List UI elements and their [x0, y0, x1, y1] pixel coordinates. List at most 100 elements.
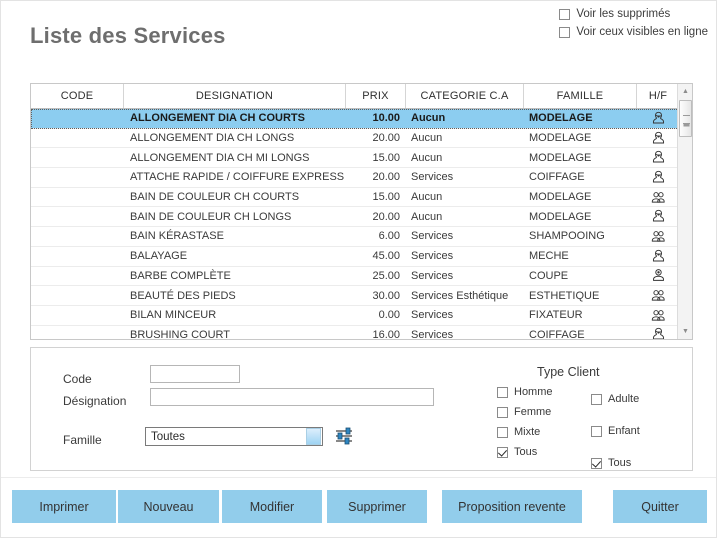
column-header-prix[interactable]: PRIX [346, 84, 406, 108]
table-row[interactable]: ALLONGEMENT DIA CH COURTS10.00AucunMODEL… [31, 109, 679, 129]
person-mixte-icon [637, 227, 679, 246]
cell-designation: BARBE COMPLÈTE [124, 267, 346, 286]
cell-designation: BAIN DE COULEUR CH LONGS [124, 207, 346, 226]
checkbox-tous-age[interactable]: Tous [591, 457, 640, 469]
checkbox-box[interactable] [591, 458, 602, 469]
cell-designation: BALAYAGE [124, 247, 346, 266]
cell-categorie: Aucun [406, 148, 524, 167]
column-header-hf[interactable]: H/F [637, 84, 679, 108]
checkbox-box[interactable] [497, 427, 508, 438]
checkbox-box[interactable] [559, 9, 570, 20]
cell-famille: COIFFAGE [524, 168, 637, 187]
cell-prix: 15.00 [346, 148, 406, 167]
cell-famille: MODELAGE [524, 129, 637, 148]
checkbox-enfant[interactable]: Enfant [591, 425, 640, 437]
label-famille: Famille [63, 433, 102, 447]
checkbox-label: Enfant [608, 425, 640, 437]
cell-code [31, 168, 124, 187]
sliders-icon[interactable] [332, 425, 356, 447]
cell-prix: 30.00 [346, 286, 406, 305]
table-row[interactable]: ALLONGEMENT DIA CH LONGS20.00AucunMODELA… [31, 129, 679, 149]
cell-famille: MODELAGE [524, 188, 637, 207]
cell-code [31, 306, 124, 325]
famille-selected-value: Toutes [146, 431, 306, 443]
imprimer-button[interactable]: Imprimer [12, 490, 116, 523]
cell-prix: 20.00 [346, 168, 406, 187]
person-femme-icon [637, 247, 679, 266]
table-row[interactable]: BALAYAGE45.00ServicesMECHE [31, 247, 679, 267]
person-femme-icon [637, 207, 679, 226]
cell-categorie: Services [406, 306, 524, 325]
checkbox-voir-les-supprimes[interactable]: Voir les supprimés [559, 8, 708, 20]
proposition-revente-button[interactable]: Proposition revente [442, 490, 582, 523]
cell-designation: BAIN KÉRASTASE [124, 227, 346, 246]
quitter-button[interactable]: Quitter [613, 490, 707, 523]
cell-code [31, 326, 124, 340]
checkbox-box[interactable] [591, 426, 602, 437]
checkbox-box[interactable] [497, 447, 508, 458]
column-header-designation[interactable]: DESIGNATION [124, 84, 346, 108]
designation-input[interactable] [150, 388, 434, 406]
table-row[interactable]: BAIN DE COULEUR CH COURTS15.00AucunMODEL… [31, 188, 679, 208]
cell-famille: COIFFAGE [524, 326, 637, 340]
modifier-button[interactable]: Modifier [222, 490, 322, 523]
person-femme-icon [637, 326, 679, 340]
checkbox-label: Mixte [514, 426, 540, 438]
cell-code [31, 286, 124, 305]
type-client-column-2: Adulte Enfant Tous [591, 393, 640, 469]
chevron-down-icon[interactable] [306, 428, 321, 445]
checkbox-box[interactable] [497, 387, 508, 398]
famille-dropdown[interactable]: Toutes [145, 427, 323, 446]
checkbox-box[interactable] [591, 394, 602, 405]
checkbox-box[interactable] [497, 407, 508, 418]
cell-prix: 0.00 [346, 306, 406, 325]
cell-categorie: Services [406, 247, 524, 266]
cell-code [31, 207, 124, 226]
checkbox-voir-ceux-visibles-en-ligne[interactable]: Voir ceux visibles en ligne [559, 26, 708, 38]
nouveau-button[interactable]: Nouveau [118, 490, 219, 523]
cell-prix: 25.00 [346, 267, 406, 286]
checkbox-mixte[interactable]: Mixte [497, 426, 553, 438]
checkbox-box[interactable] [559, 27, 570, 38]
cell-code [31, 148, 124, 167]
scrollbar-thumb[interactable] [679, 100, 692, 137]
scroll-down-arrow-icon[interactable]: ▼ [678, 324, 693, 339]
cell-famille: ESTHETIQUE [524, 286, 637, 305]
cell-categorie: Aucun [406, 188, 524, 207]
checkbox-label: Adulte [608, 393, 639, 405]
cell-famille: SHAMPOOING [524, 227, 637, 246]
checkbox-label: Tous [514, 446, 537, 458]
person-femme-icon [637, 129, 679, 148]
checkbox-tous-genre[interactable]: Tous [497, 446, 553, 458]
table-row[interactable]: ALLONGEMENT DIA CH MI LONGS15.00AucunMOD… [31, 148, 679, 168]
table-row[interactable]: BRUSHING COURT16.00ServicesCOIFFAGE [31, 326, 679, 340]
cell-code [31, 109, 124, 128]
column-header-categorie[interactable]: CATEGORIE C.A [406, 84, 524, 108]
cell-famille: MODELAGE [524, 207, 637, 226]
column-header-famille[interactable]: FAMILLE [524, 84, 637, 108]
column-header-code[interactable]: CODE [31, 84, 124, 108]
scroll-up-arrow-icon[interactable]: ▲ [678, 84, 693, 99]
cell-famille: MODELAGE [524, 148, 637, 167]
checkbox-femme[interactable]: Femme [497, 406, 553, 418]
checkbox-adulte[interactable]: Adulte [591, 393, 640, 405]
table-row[interactable]: BAIN DE COULEUR CH LONGS20.00AucunMODELA… [31, 207, 679, 227]
table-vertical-scrollbar[interactable]: ▲ ▼ [677, 84, 692, 339]
checkbox-homme[interactable]: Homme [497, 386, 553, 398]
cell-famille: MODELAGE [524, 109, 637, 128]
cell-prix: 45.00 [346, 247, 406, 266]
table-row[interactable]: ATTACHE RAPIDE / COIFFURE EXPRESS20.00Se… [31, 168, 679, 188]
cell-prix: 6.00 [346, 227, 406, 246]
cell-categorie: Aucun [406, 207, 524, 226]
table-row[interactable]: BARBE COMPLÈTE25.00ServicesCOUPE [31, 267, 679, 287]
supprimer-button[interactable]: Supprimer [327, 490, 427, 523]
code-input[interactable] [150, 365, 240, 383]
services-table-panel: CODE DESIGNATION PRIX CATEGORIE C.A FAMI… [30, 83, 693, 340]
table-row[interactable]: BEAUTÉ DES PIEDS30.00Services Esthétique… [31, 286, 679, 306]
cell-categorie: Services [406, 227, 524, 246]
table-row[interactable]: BAIN KÉRASTASE6.00ServicesSHAMPOOING [31, 227, 679, 247]
table-row[interactable]: BILAN MINCEUR0.00ServicesFIXATEUR [31, 306, 679, 326]
page-title: Liste des Services [30, 23, 226, 49]
cell-categorie: Aucun [406, 129, 524, 148]
label-designation: Désignation [63, 394, 126, 408]
